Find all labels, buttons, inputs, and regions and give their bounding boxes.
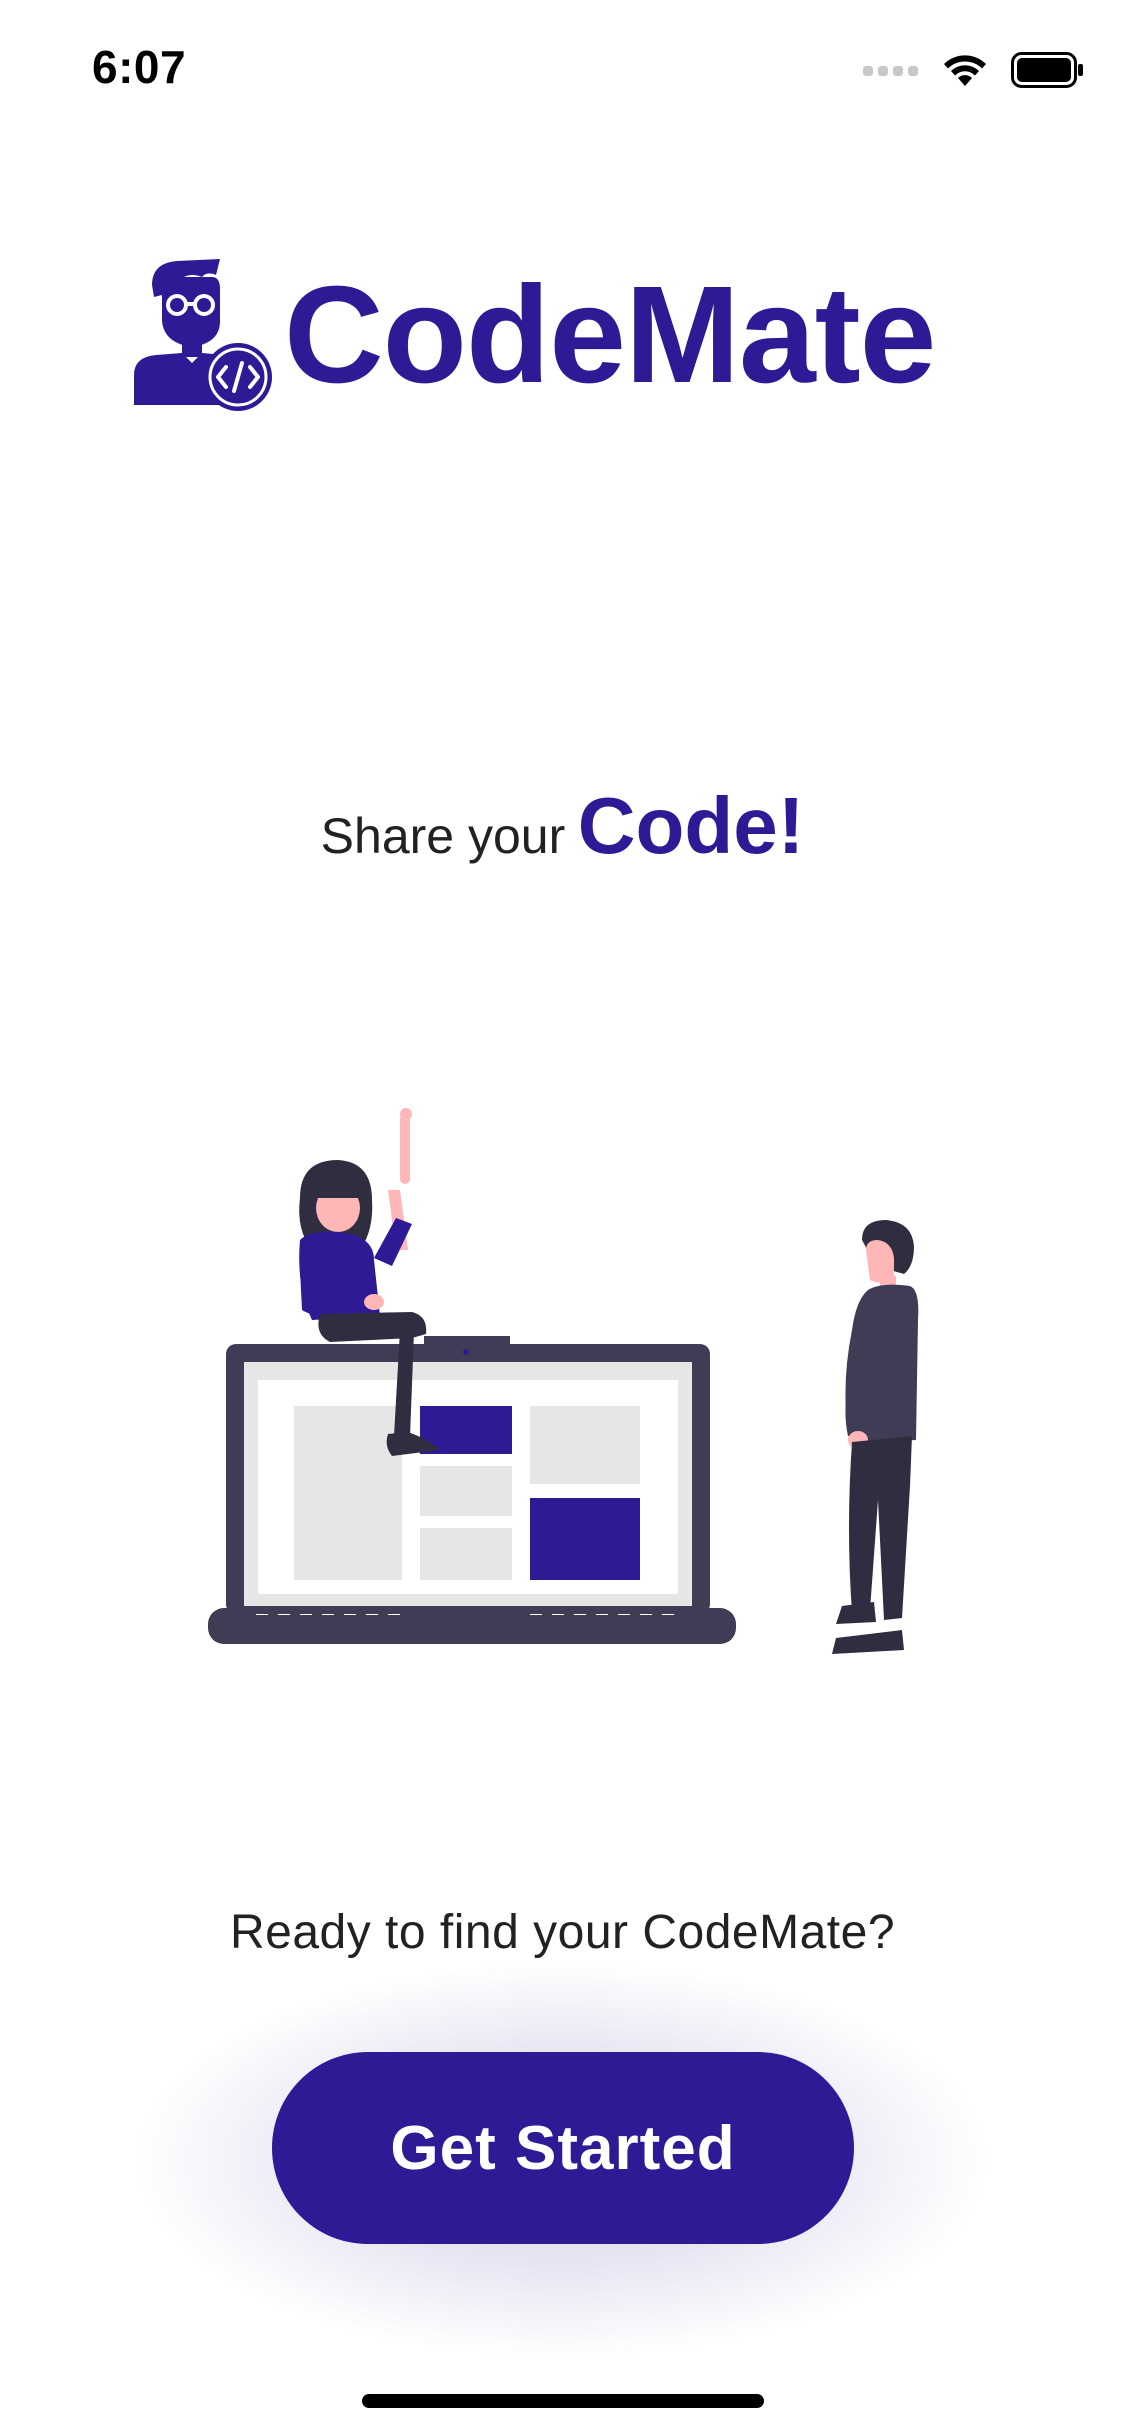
cellular-signal-icon: [863, 62, 919, 78]
get-started-button[interactable]: Get Started: [272, 2052, 854, 2244]
battery-icon: [1011, 52, 1085, 88]
status-bar: 6:07: [0, 0, 1125, 140]
status-icons: [863, 52, 1085, 88]
tagline-highlight: Code!: [577, 781, 805, 870]
status-time: 6:07: [92, 41, 187, 93]
two-people-with-laptop-illustration: [208, 1108, 919, 1654]
app-title: CodeMate: [284, 258, 936, 412]
home-indicator[interactable]: [362, 2394, 764, 2408]
tagline-prefix: Share your: [320, 808, 566, 864]
prompt-text: Ready to find your CodeMate?: [229, 1906, 896, 1959]
tagline: Share your Code!: [0, 780, 1125, 872]
developer-avatar-code-icon: [134, 259, 272, 411]
wifi-icon: [941, 52, 989, 88]
man-figure: [832, 1220, 919, 1654]
app-logo: CodeMate: [132, 255, 936, 415]
onboarding-screen: 6:07 CodeMate Share your Code! Ready to …: [0, 0, 1125, 2436]
